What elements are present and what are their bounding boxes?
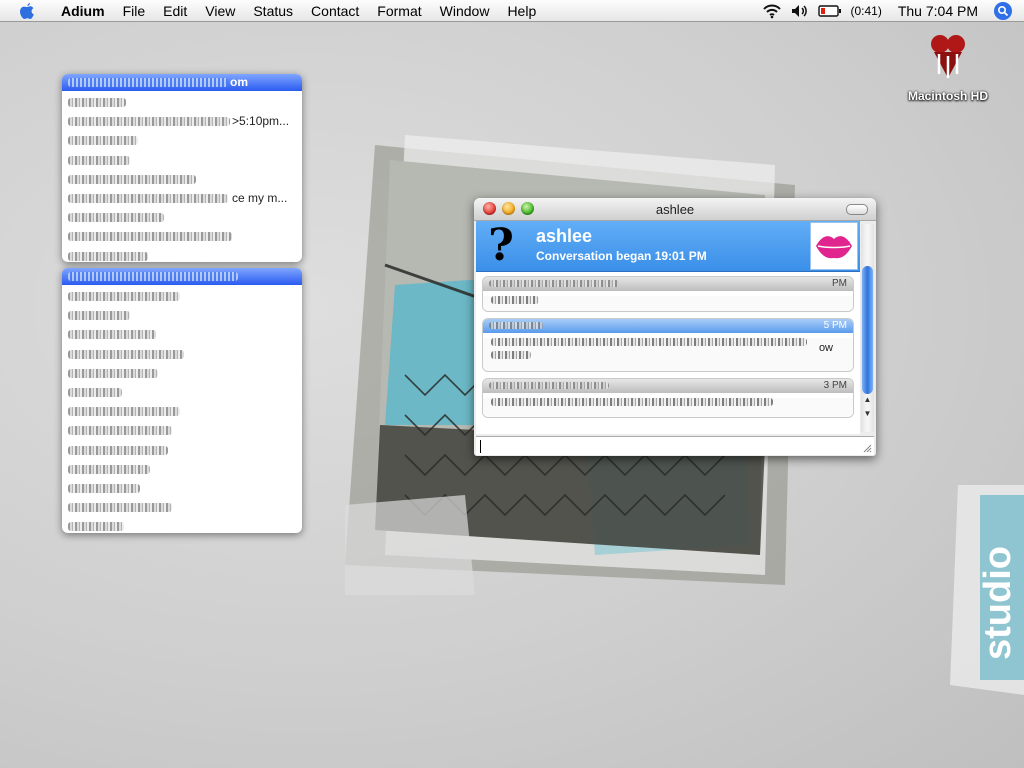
chat-window: ashlee ? ashlee Conversation began 19:01… <box>474 198 876 456</box>
list-item[interactable] <box>62 364 302 383</box>
menu-clock[interactable]: Thu 7:04 PM <box>898 3 978 19</box>
list-item[interactable] <box>62 402 302 421</box>
contact-group-header[interactable] <box>62 268 302 285</box>
close-button[interactable] <box>483 202 496 215</box>
window-title: ashlee <box>655 201 695 217</box>
conversation-began: Conversation began 19:01 PM <box>536 249 707 263</box>
list-item[interactable]: >5:10pm... <box>62 112 302 131</box>
menu-help[interactable]: Help <box>498 0 545 22</box>
volume-icon[interactable] <box>790 3 810 19</box>
contact-list-bottom <box>62 268 302 533</box>
list-item[interactable] <box>62 325 302 344</box>
message-text: ow <box>818 342 833 354</box>
menu-view[interactable]: View <box>196 0 244 22</box>
lips-icon <box>816 236 852 259</box>
message-bubble: 5 PM ow <box>482 318 854 372</box>
list-item[interactable] <box>62 131 302 150</box>
menu-adium[interactable]: Adium <box>52 0 114 22</box>
text-caret <box>480 440 481 453</box>
list-item[interactable] <box>62 441 302 460</box>
contact-list-top: om >5:10pm... ce my m... <box>62 74 302 262</box>
list-item[interactable] <box>62 151 302 170</box>
chat-header: ? ashlee Conversation began 19:01 PM <box>476 221 860 272</box>
menu-format[interactable]: Format <box>368 0 430 22</box>
unknown-buddy-icon: ? <box>488 220 514 271</box>
status-message: ce my m... <box>232 190 288 205</box>
menu-edit[interactable]: Edit <box>154 0 196 22</box>
list-item[interactable] <box>62 383 302 402</box>
list-item[interactable]: ce my m... <box>62 189 302 208</box>
list-item[interactable] <box>62 306 302 325</box>
apple-icon[interactable] <box>18 2 36 20</box>
studio-watermark: studio <box>950 485 1024 695</box>
list-item[interactable] <box>62 208 302 227</box>
list-item[interactable] <box>62 421 302 440</box>
list-item[interactable] <box>62 170 302 189</box>
battery-icon[interactable] <box>818 4 842 18</box>
message-time: 5 PM <box>823 320 847 331</box>
list-item[interactable] <box>62 287 302 306</box>
list-item[interactable] <box>62 479 302 498</box>
message-time: PM <box>832 278 847 289</box>
menu-window[interactable]: Window <box>431 0 499 22</box>
buddy-avatar[interactable] <box>810 222 858 270</box>
list-item[interactable] <box>62 460 302 479</box>
wifi-icon[interactable] <box>762 3 782 19</box>
message-time: 3 PM <box>823 380 847 391</box>
zoom-button[interactable] <box>521 202 534 215</box>
menu-file[interactable]: File <box>114 0 155 22</box>
list-item[interactable] <box>62 93 302 112</box>
studio-text: studio <box>977 546 1019 660</box>
contact-group-header[interactable]: om <box>62 74 302 91</box>
toolbar-toggle-button[interactable] <box>846 204 868 215</box>
list-item[interactable] <box>62 345 302 364</box>
list-item[interactable] <box>62 498 302 517</box>
scroll-down-icon[interactable]: ▼ <box>861 408 874 420</box>
minimize-button[interactable] <box>502 202 515 215</box>
message-input[interactable] <box>476 436 874 455</box>
resize-grip-icon[interactable] <box>862 443 872 453</box>
menu-contact[interactable]: Contact <box>302 0 368 22</box>
obscured-header <box>68 272 238 281</box>
message-transcript[interactable]: PM 5 PM ow 3 PM <box>476 272 860 434</box>
scroll-up-icon[interactable]: ▲ <box>861 394 874 406</box>
list-item[interactable] <box>62 227 302 246</box>
message-bubble: 3 PM <box>482 378 854 418</box>
menu-bar: Adium File Edit View Status Contact Form… <box>0 0 1024 22</box>
scroll-thumb[interactable] <box>862 266 873 394</box>
obscured-header <box>68 78 228 87</box>
list-item[interactable] <box>62 517 302 533</box>
contact-name: ashlee <box>536 226 593 246</box>
message-bubble: PM <box>482 276 854 312</box>
hd-drive-icon <box>931 35 965 78</box>
hd-label: Macintosh HD <box>907 89 988 103</box>
list-item[interactable] <box>62 247 302 263</box>
menu-status[interactable]: Status <box>244 0 302 22</box>
spotlight-icon[interactable] <box>994 2 1012 20</box>
transcript-scrollbar[interactable]: ▲ ▼ <box>861 224 874 432</box>
battery-time: (0:41) <box>850 4 882 18</box>
status-message: >5:10pm... <box>232 114 290 129</box>
macintosh-hd-icon[interactable]: Macintosh HD <box>900 30 996 103</box>
group-header-suffix: om <box>230 75 248 89</box>
chat-titlebar[interactable]: ashlee <box>474 198 876 221</box>
